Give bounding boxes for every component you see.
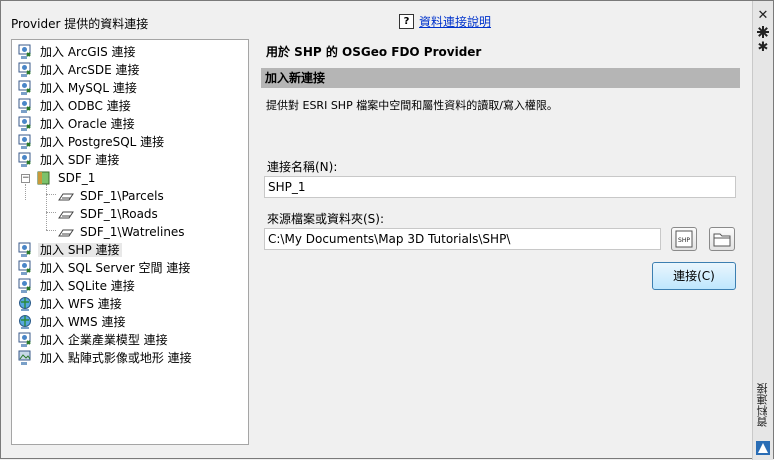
- tree-item-label: 加入 企業產業模型 連接: [40, 332, 168, 347]
- tree-item[interactable]: 加入 WMS 連接: [18, 312, 127, 330]
- provider-panel-title: Provider 提供的資料連接: [11, 17, 149, 31]
- add-connection-icon: [18, 98, 34, 114]
- add-connection-icon: [18, 80, 34, 96]
- tree-item-label: 加入 ArcGIS 連接: [40, 44, 136, 59]
- tree-item[interactable]: SDF_1\Parcels: [58, 186, 166, 204]
- tree-item-label: 加入 PostgreSQL 連接: [40, 134, 165, 149]
- feature-layer-icon: [58, 224, 74, 240]
- globe-connection-icon: [18, 296, 34, 312]
- help-icon: ?: [399, 14, 414, 29]
- settings-icon-2[interactable]: ✱: [756, 41, 770, 55]
- tree-item-label: 加入 MySQL 連接: [40, 80, 137, 95]
- datastore-icon: [36, 170, 52, 186]
- source-label: 來源檔案或資料夾(S):: [267, 212, 385, 226]
- shp-icon-text: SHP: [678, 237, 690, 244]
- tree-item-label: 加入 WFS 連接: [40, 296, 122, 311]
- provider-description: 提供對 ESRI SHP 檔案中空間和屬性資料的讀取/寫入權限。: [266, 99, 558, 112]
- help-link[interactable]: ? 資料連接說明: [399, 13, 491, 30]
- add-connection-icon: [18, 260, 34, 276]
- tree-item[interactable]: 加入 企業產業模型 連接: [18, 330, 170, 348]
- tree-item[interactable]: 加入 點陣式影像或地形 連接: [18, 348, 194, 366]
- tree-item-label: SDF_1\Watrelines: [80, 224, 185, 239]
- add-connection-icon: [18, 332, 34, 348]
- globe-connection-icon: [18, 314, 34, 330]
- connection-name-label: 連接名稱(N):: [267, 160, 338, 174]
- tree-item-label: SDF_1\Parcels: [80, 188, 164, 203]
- add-connection-icon: [18, 116, 34, 132]
- help-link-text[interactable]: 資料連接說明: [419, 15, 491, 29]
- add-connection-icon: [18, 242, 34, 258]
- connection-name-field[interactable]: SHP_1: [264, 176, 736, 198]
- add-connection-icon: [18, 278, 34, 294]
- source-path-field[interactable]: C:\My Documents\Map 3D Tutorials\SHP\: [264, 228, 661, 250]
- tree-item-label: 加入 SQL Server 空間 連接: [40, 260, 191, 275]
- tree-item[interactable]: SDF_1\Watrelines: [58, 222, 187, 240]
- collapse-toggle[interactable]: −: [21, 174, 30, 183]
- tree-connector: [46, 194, 56, 195]
- tree-item-label: 加入 WMS 連接: [40, 314, 126, 329]
- tree-item[interactable]: 加入 WFS 連接: [18, 294, 124, 312]
- tree-connector: [46, 212, 56, 213]
- palette-strip: ✕ ✱ 資料連接: [752, 1, 773, 460]
- section-header: 加入新連接: [261, 68, 740, 88]
- tree-item[interactable]: 加入 ODBC 連接: [18, 96, 133, 114]
- tree-connector: [25, 184, 26, 200]
- feature-layer-icon: [58, 188, 74, 204]
- app-logo-icon: [756, 441, 770, 455]
- tree-item[interactable]: 加入 ArcGIS 連接: [18, 42, 138, 60]
- folder-icon: [713, 233, 731, 247]
- tree-item[interactable]: 加入 MySQL 連接: [18, 78, 139, 96]
- tree-connector: [46, 230, 56, 231]
- tree-item[interactable]: 加入 ArcSDE 連接: [18, 60, 142, 78]
- tree-item[interactable]: SDF_1\Roads: [58, 204, 160, 222]
- tree-item-label: 加入 SHP 連接: [38, 242, 122, 257]
- tree-item-label: 加入 ODBC 連接: [40, 98, 131, 113]
- tree-item-label: 加入 SDF 連接: [40, 152, 120, 167]
- provider-heading: 用於 SHP 的 OSGeo FDO Provider: [266, 45, 482, 59]
- tree-item-label: SDF_1: [58, 170, 96, 185]
- shp-file-icon: SHP: [675, 230, 693, 248]
- tree-item-label: 加入 SQLite 連接: [40, 278, 135, 293]
- add-connection-icon: [18, 134, 34, 150]
- tree-item[interactable]: 加入 SDF 連接: [18, 150, 121, 168]
- browse-folder-button[interactable]: [709, 227, 735, 251]
- raster-connection-icon: [18, 350, 34, 366]
- tree-item-label: 加入 ArcSDE 連接: [40, 62, 140, 77]
- provider-tree[interactable]: − 加入 ArcGIS 連接 加入 ArcSDE 連接 加入 MySQL 連接 加入 …: [11, 39, 249, 445]
- palette-title: 資料連接: [756, 383, 769, 427]
- browse-shp-file-button[interactable]: SHP: [671, 227, 697, 251]
- settings-icon[interactable]: [756, 25, 770, 39]
- tree-item[interactable]: 加入 PostgreSQL 連接: [18, 132, 166, 150]
- tree-connector: [46, 184, 47, 230]
- tree-item-label: SDF_1\Roads: [80, 206, 158, 221]
- tree-item[interactable]: 加入 SHP 連接: [18, 240, 122, 258]
- add-connection-icon: [18, 62, 34, 78]
- tree-item-label: 加入 點陣式影像或地形 連接: [40, 350, 192, 365]
- add-connection-icon: [18, 44, 34, 60]
- feature-layer-icon: [58, 206, 74, 222]
- connect-button[interactable]: 連接(C): [652, 262, 736, 290]
- tree-item[interactable]: 加入 SQLite 連接: [18, 276, 137, 294]
- data-connect-window: Provider 提供的資料連接 − 加入 ArcGIS 連接 加入 ArcSDE…: [0, 0, 774, 460]
- tree-item[interactable]: SDF_1: [36, 168, 97, 186]
- close-icon[interactable]: ✕: [756, 9, 770, 23]
- tree-item[interactable]: 加入 Oracle 連接: [18, 114, 137, 132]
- tree-item[interactable]: 加入 SQL Server 空間 連接: [18, 258, 192, 276]
- add-connection-icon: [18, 152, 34, 168]
- tree-item-label: 加入 Oracle 連接: [40, 116, 135, 131]
